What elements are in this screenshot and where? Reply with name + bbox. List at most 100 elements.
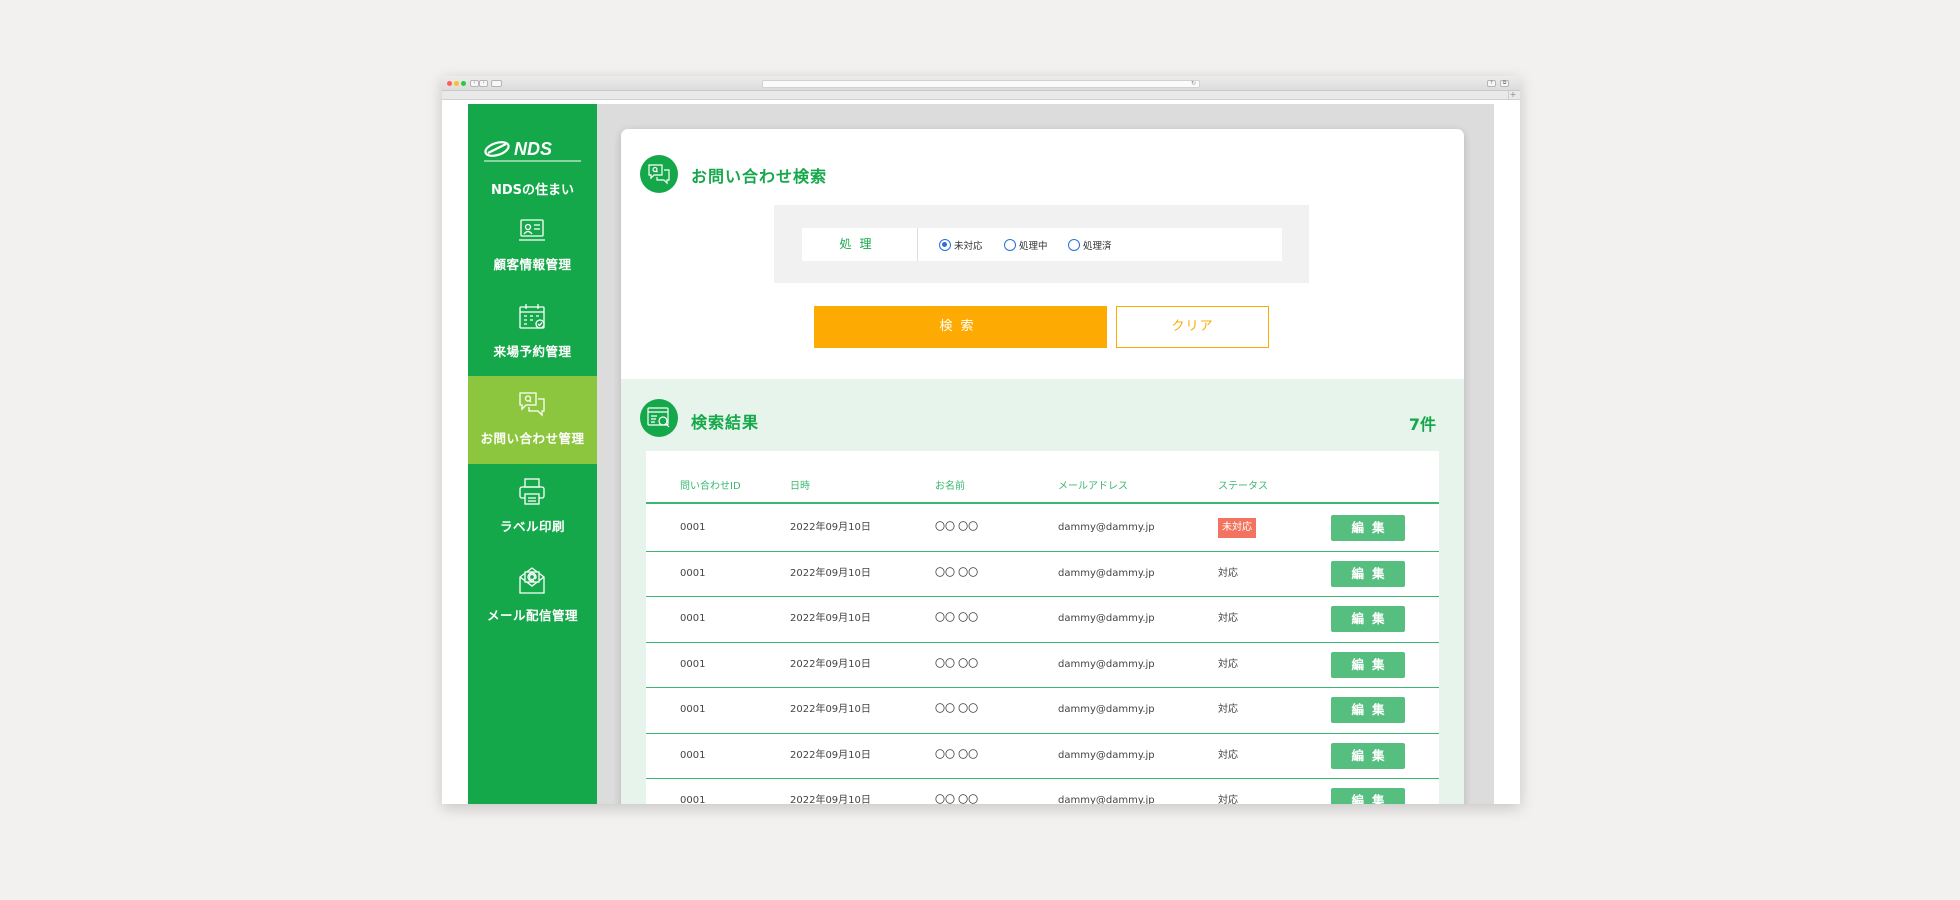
column-header-status: ステータス: [1218, 481, 1268, 492]
filter-panel: 処理 未対応 処理中 処理済: [774, 205, 1309, 283]
cell-id: 0001: [680, 704, 706, 715]
results-section: 検索結果 7件 問い合わせID 日時 お名前 メールアドレス ステータス 000…: [621, 379, 1464, 804]
edit-button[interactable]: 編集: [1331, 515, 1405, 541]
column-header-email: メールアドレス: [1058, 481, 1128, 492]
radio-button[interactable]: [1068, 238, 1080, 251]
cell-email: dammy@dammy.jp: [1058, 749, 1155, 761]
sidebar-item-customer-info[interactable]: 顧客情報管理: [468, 202, 597, 290]
radio-in-progress[interactable]: 処理中: [1004, 236, 1048, 253]
cell-name: 〇〇 〇〇: [935, 704, 979, 715]
browser-window: ‹ › ↻ ↑ ⧉ + NDS NDSの住まい 顧客情報管理 来場予約管理 お問…: [442, 76, 1520, 804]
cell-name: 〇〇 〇〇: [935, 522, 979, 533]
cell-email: dammy@dammy.jp: [1058, 704, 1155, 715]
cell-email: dammy@dammy.jp: [1058, 522, 1155, 533]
status-badge: 未対応: [1218, 518, 1256, 538]
minimize-window-icon[interactable]: [454, 81, 459, 86]
sidebar-item-inquiries[interactable]: お問い合わせ管理: [468, 376, 597, 464]
table-row: 0001 2022年09月10日 〇〇 〇〇 dammy@dammy.jp 対応 編集: [646, 643, 1439, 688]
cell-name: 〇〇 〇〇: [935, 567, 979, 579]
radio-label: 処理中: [1019, 240, 1048, 252]
sidebar-toggle-icon[interactable]: [491, 80, 502, 87]
printer-icon: [519, 478, 545, 505]
cell-email: dammy@dammy.jp: [1058, 567, 1155, 579]
sidebar: NDS NDSの住まい 顧客情報管理 来場予約管理 お問い合わせ管理 ラベル印刷…: [468, 104, 597, 804]
cell-id: 0001: [680, 658, 706, 670]
cell-id: 0001: [680, 567, 706, 579]
main-card: お問い合わせ検索 処理 未対応 処理中 処理済 検索 クリア 検索結果 7件 問…: [621, 129, 1464, 804]
reload-icon[interactable]: ↻: [1191, 81, 1196, 87]
cell-name: 〇〇 〇〇: [935, 613, 979, 624]
search-section-title: お問い合わせ検索: [691, 167, 828, 186]
inquiry-search-icon: [640, 155, 678, 193]
radio-button[interactable]: [1004, 238, 1016, 251]
results-section-title: 検索結果: [691, 413, 760, 432]
cell-status: 対応: [1218, 795, 1238, 804]
calendar-icon: [519, 304, 545, 329]
column-header-id: 問い合わせID: [680, 481, 741, 492]
edit-button[interactable]: 編集: [1331, 697, 1405, 723]
sidebar-item-label: お問い合わせ管理: [480, 431, 585, 446]
browser-toolbar: ‹ › ↻ ↑ ⧉: [442, 76, 1520, 91]
search-button[interactable]: 検索: [814, 306, 1107, 348]
cell-id: 0001: [680, 795, 706, 804]
clear-button[interactable]: クリア: [1116, 306, 1269, 348]
edit-button[interactable]: 編集: [1331, 560, 1405, 587]
status-filter-label: 処理: [802, 228, 918, 261]
search-results-icon: [640, 399, 678, 437]
radio-processed[interactable]: 処理済: [1068, 236, 1112, 253]
cell-date: 2022年09月10日: [790, 613, 871, 624]
sidebar-item-reservations[interactable]: 来場予約管理: [468, 289, 597, 377]
cell-email: dammy@dammy.jp: [1058, 613, 1155, 624]
status-filter-row: 処理 未対応 処理中 処理済: [802, 228, 1282, 261]
radio-label: 未対応: [954, 240, 983, 252]
table-row: 0001 2022年09月10日 〇〇 〇〇 dammy@dammy.jp 対応 編集: [646, 779, 1439, 804]
cell-id: 0001: [680, 522, 706, 533]
sidebar-item-label: ラベル印刷: [499, 519, 565, 534]
mail-icon: [519, 567, 545, 594]
logo-text: NDS: [514, 139, 552, 159]
sidebar-item-label: 顧客情報管理: [493, 257, 572, 272]
cell-email: dammy@dammy.jp: [1058, 658, 1155, 670]
edit-button[interactable]: 編集: [1331, 606, 1405, 632]
cell-date: 2022年09月10日: [790, 567, 871, 579]
cell-status: 対応: [1218, 749, 1238, 761]
column-header-date: 日時: [790, 481, 810, 492]
radio-unhandled[interactable]: 未対応: [939, 236, 983, 253]
sidebar-item-mail-delivery[interactable]: メール配信管理: [468, 553, 597, 641]
radio-button[interactable]: [939, 238, 951, 251]
cell-name: 〇〇 〇〇: [935, 658, 979, 670]
forward-icon[interactable]: ›: [479, 80, 488, 87]
sidebar-item-label-print[interactable]: ラベル印刷: [468, 464, 597, 552]
close-window-icon[interactable]: [447, 81, 452, 86]
cell-date: 2022年09月10日: [790, 795, 871, 804]
cell-date: 2022年09月10日: [790, 704, 871, 715]
edit-button[interactable]: 編集: [1331, 742, 1405, 769]
maximize-window-icon[interactable]: [461, 81, 466, 86]
table-row: 0001 2022年09月10日 〇〇 〇〇 dammy@dammy.jp 対応 編集: [646, 597, 1439, 643]
edit-button[interactable]: 編集: [1331, 788, 1405, 804]
cell-status: 対応: [1218, 658, 1238, 670]
edit-button[interactable]: 編集: [1331, 651, 1405, 678]
column-header-name: お名前: [935, 481, 965, 492]
cell-name: 〇〇 〇〇: [935, 795, 979, 804]
new-tab-icon[interactable]: +: [1508, 91, 1517, 99]
radio-label: 処理済: [1083, 240, 1112, 252]
app-viewport: NDS NDSの住まい 顧客情報管理 来場予約管理 お問い合わせ管理 ラベル印刷…: [468, 104, 1494, 804]
cell-status: 対応: [1218, 704, 1238, 715]
tabs-icon[interactable]: ⧉: [1500, 80, 1509, 87]
back-icon[interactable]: ‹: [470, 80, 479, 87]
brand-name: NDSの住まい: [490, 183, 575, 198]
table-row: 0001 2022年09月10日 〇〇 〇〇 dammy@dammy.jp 対応 編集: [646, 688, 1439, 734]
nds-logo: NDS: [484, 136, 581, 162]
cell-date: 2022年09月10日: [790, 522, 871, 533]
table-header: 問い合わせID 日時 お名前 メールアドレス ステータス: [646, 451, 1439, 504]
share-icon[interactable]: ↑: [1487, 80, 1496, 87]
cell-id: 0001: [680, 749, 706, 761]
table-row: 0001 2022年09月10日 〇〇 〇〇 dammy@dammy.jp 対応 編集: [646, 552, 1439, 597]
address-bar[interactable]: ↻: [762, 80, 1200, 88]
cell-name: 〇〇 〇〇: [935, 749, 979, 761]
results-table: 問い合わせID 日時 お名前 メールアドレス ステータス 0001 2022年09…: [646, 451, 1439, 804]
table-row: 0001 2022年09月10日 〇〇 〇〇 dammy@dammy.jp 対応 編集: [646, 734, 1439, 779]
cell-date: 2022年09月10日: [790, 749, 871, 761]
cell-id: 0001: [680, 613, 706, 624]
